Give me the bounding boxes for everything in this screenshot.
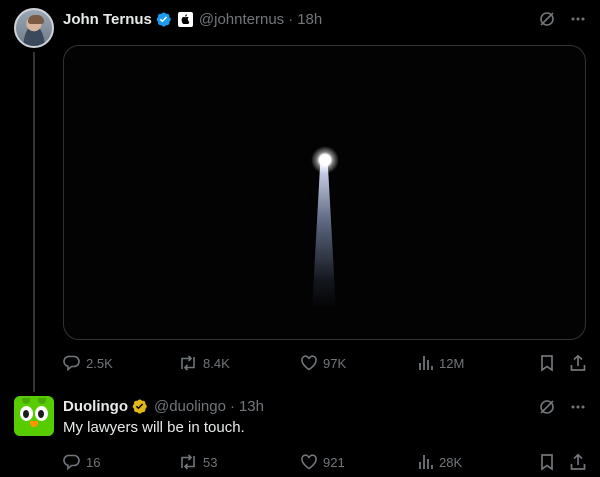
timeline: John Ternus @johnternus · 18h 2.5K 8.4K … [0,0,600,477]
reply-count: 16 [86,454,101,470]
light-glow [311,146,339,174]
apple-affiliation-icon[interactable] [177,11,193,27]
views-button[interactable]: 12M [418,354,464,372]
owl-eye [35,406,48,421]
tweet1-action-bar: 2.5K 8.4K 97K 12M [63,353,586,373]
repost-icon [181,454,195,470]
grok-icon[interactable] [538,398,556,416]
like-count: 921 [323,454,345,470]
owl-eye [20,406,33,421]
reply-button[interactable]: 16 [63,453,100,471]
bookmark-button[interactable] [539,453,555,471]
reply-icon [63,454,80,471]
repost-count: 53 [203,454,218,470]
more-icon[interactable] [570,11,586,27]
tweet1-top-actions [538,10,586,28]
share-icon [570,453,586,470]
timestamp[interactable]: 18h [297,11,322,28]
tweet2-header: Duolingo @duolingo · 13h [63,396,264,416]
share-button[interactable] [569,453,587,471]
like-icon [301,454,317,470]
views-icon [419,356,433,370]
share-button[interactable] [569,354,587,372]
author-name[interactable]: John Ternus [63,11,152,28]
owl-beak [30,421,38,427]
owl-tuft [22,398,30,404]
verified-badge-icon [132,398,147,414]
like-button[interactable]: 921 [300,453,345,471]
tweet2-top-actions [538,398,586,416]
separator-dot: · [288,10,294,28]
repost-icon [181,355,195,371]
bookmark-icon [541,454,553,471]
owl-tuft [38,398,46,404]
bookmark-icon [541,355,553,372]
more-icon[interactable] [570,399,586,415]
avatar-duolingo[interactable] [14,396,54,436]
thread-connector [33,52,35,392]
author-handle[interactable]: @johnternus [199,11,284,28]
like-button[interactable]: 97K [300,354,346,372]
like-icon [301,355,317,371]
timestamp[interactable]: 13h [239,398,264,415]
repost-count: 8.4K [203,355,230,371]
grok-icon[interactable] [538,10,556,28]
avatar-john-ternus[interactable] [14,8,54,48]
repost-button[interactable]: 53 [178,453,217,471]
tweet1-header: John Ternus @johnternus · 18h [63,9,322,29]
like-count: 97K [323,355,347,371]
reply-button[interactable]: 2.5K [63,354,113,372]
tweet-text: My lawyers will be in touch. [63,419,245,436]
author-name[interactable]: Duolingo [63,398,128,415]
share-icon [570,354,586,371]
tweet1-media-image[interactable] [63,45,586,340]
repost-button[interactable]: 8.4K [178,354,230,372]
bookmark-button[interactable] [539,354,555,372]
views-button[interactable]: 28K [418,453,462,471]
verified-badge-icon [156,11,171,27]
views-count: 12M [439,355,465,371]
views-icon [419,455,433,469]
light-beam [312,160,336,310]
reply-icon [63,355,80,372]
tweet2-action-bar: 16 53 921 28K [63,452,586,472]
reply-count: 2.5K [86,355,113,371]
author-handle[interactable]: @duolingo [154,398,226,415]
separator-dot: · [229,397,235,415]
views-count: 28K [439,454,463,470]
